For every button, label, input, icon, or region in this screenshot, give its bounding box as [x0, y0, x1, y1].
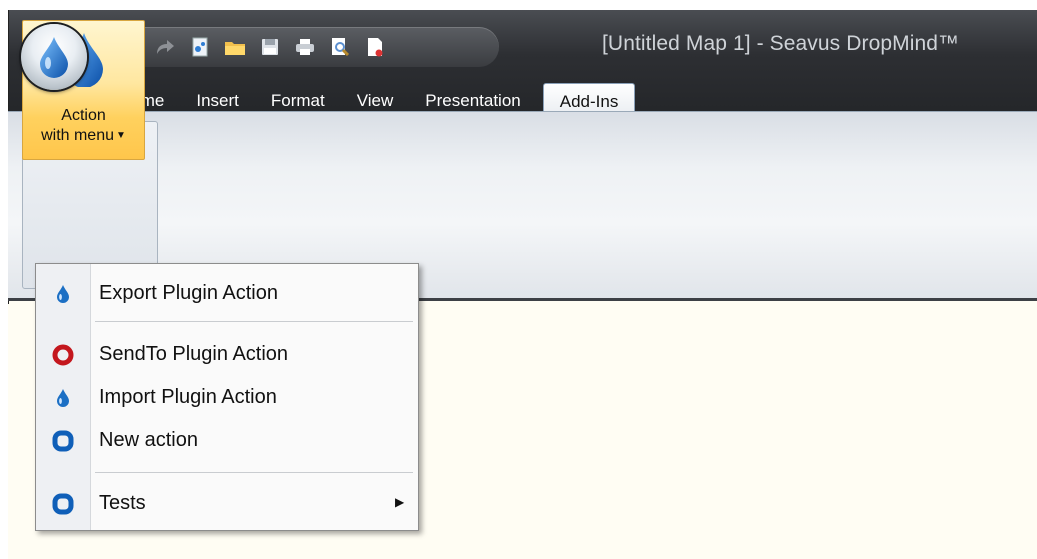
window-title-label: [Untitled Map 1] - Seavus DropMind™: [602, 32, 960, 55]
blue-square-ring-icon: [52, 493, 74, 515]
window-title: [Untitled Map 1] - Seavus DropMind™: [602, 32, 959, 56]
action-button-line1: Action: [61, 107, 106, 124]
submenu-arrow-icon: ▶: [395, 495, 405, 509]
menu-item-label: Import Plugin Action: [99, 386, 277, 408]
menu-separator: [95, 472, 413, 473]
print-icon[interactable]: [294, 36, 316, 58]
blue-square-ring-icon: [52, 430, 74, 452]
application-menu-button[interactable]: [21, 24, 87, 90]
menu-item-label: New action: [99, 429, 198, 451]
menu-separator: [95, 321, 413, 322]
save-icon[interactable]: [259, 36, 281, 58]
menu-item-new-action[interactable]: New action: [36, 421, 418, 459]
menu-item-tests[interactable]: Tests ▶: [36, 484, 418, 522]
new-map-icon[interactable]: [189, 36, 211, 58]
droplet-logo-icon: [40, 37, 68, 78]
menu-item-import-plugin-action[interactable]: Import Plugin Action: [36, 378, 418, 416]
dropdown-arrow-icon: ▼: [116, 130, 126, 141]
quick-access-toolbar: [89, 27, 499, 67]
menu-item-label: SendTo Plugin Action: [99, 343, 289, 365]
menu-item-label: Tests: [99, 492, 146, 514]
redo-icon[interactable]: [154, 36, 176, 58]
red-ring-icon: [52, 344, 74, 366]
print-preview-icon[interactable]: [329, 36, 351, 58]
menu-item-label: Export Plugin Action: [99, 282, 278, 304]
menu-item-sendto-plugin-action[interactable]: SendTo Plugin Action: [36, 335, 418, 373]
droplet-icon: [52, 283, 74, 305]
action-button-line2: with menu: [41, 127, 114, 144]
open-folder-icon[interactable]: [224, 36, 246, 58]
action-button-label: Action with menu ▼: [23, 106, 144, 146]
export-pdf-icon[interactable]: [364, 36, 386, 58]
action-dropdown-menu: Export Plugin Action SendTo Plugin Actio…: [35, 263, 419, 531]
menu-item-export-plugin-action[interactable]: Export Plugin Action: [36, 274, 418, 312]
droplet-icon: [52, 387, 74, 409]
